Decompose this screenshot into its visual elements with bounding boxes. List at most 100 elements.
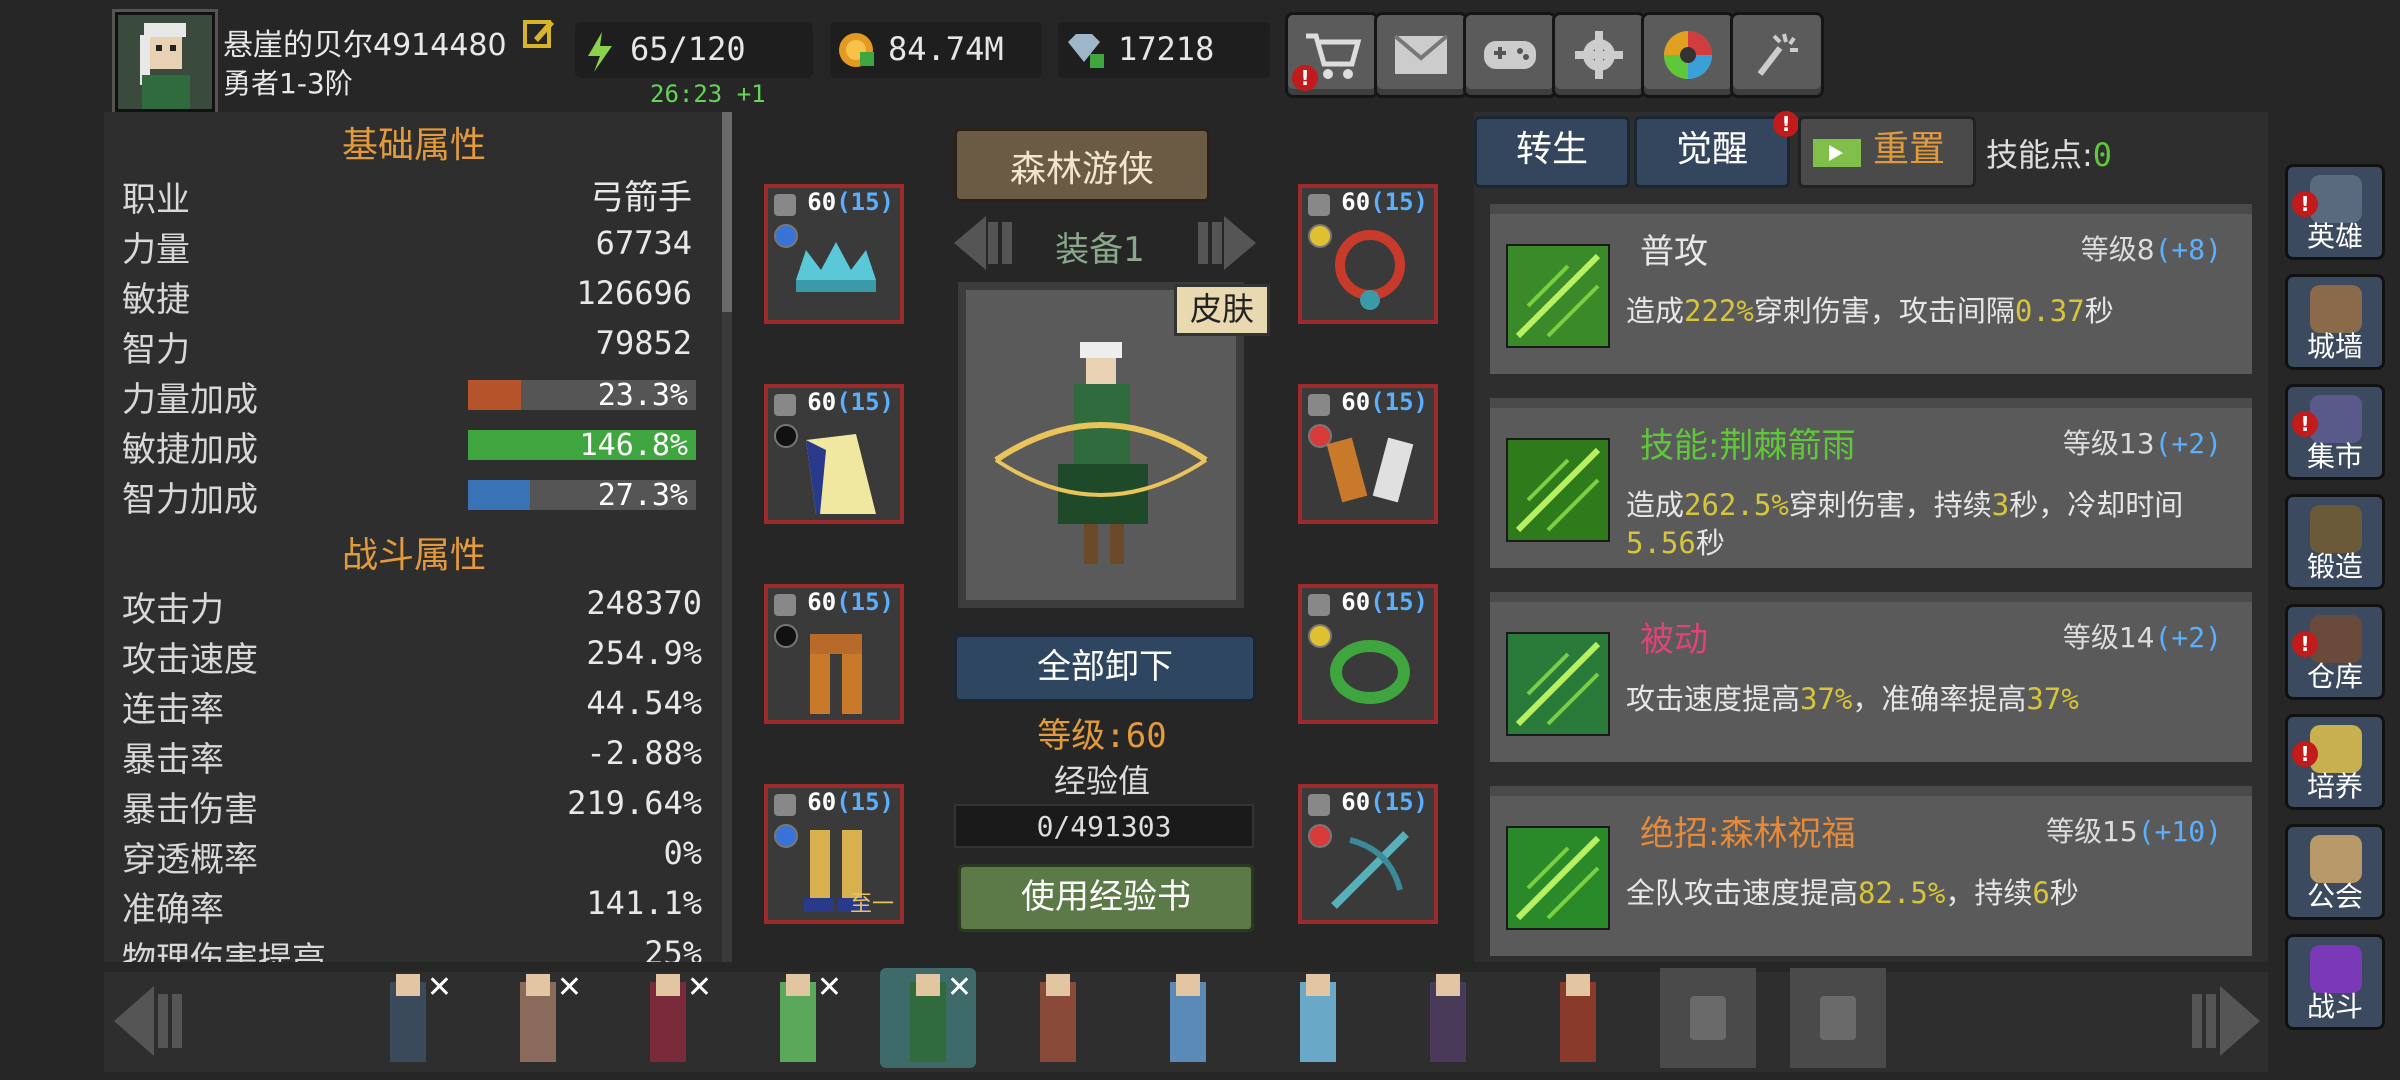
- nav-guild[interactable]: 公会: [2285, 824, 2385, 920]
- hero-head-icon: [396, 974, 420, 996]
- equip-slot-bracers[interactable]: 60(15): [1298, 384, 1438, 524]
- alert-badge: !: [2292, 631, 2318, 657]
- bracers-icon: [1326, 437, 1414, 503]
- slot-tag: 至一: [850, 892, 895, 917]
- skill-level-bonus: (+2): [2154, 621, 2222, 654]
- hero-portrait[interactable]: [1010, 968, 1106, 1068]
- remove-hero-icon[interactable]: ✕: [817, 970, 842, 1005]
- remove-hero-icon[interactable]: ✕: [947, 970, 972, 1005]
- skill-level-value: 等级15: [2046, 815, 2138, 848]
- mail-button[interactable]: [1374, 12, 1468, 98]
- equip-slot-boots[interactable]: 60(15) 至一: [764, 784, 904, 924]
- lock-icon: [1690, 996, 1726, 1040]
- nav-market[interactable]: 集市!: [2285, 384, 2385, 480]
- skill-desc-text: 全队攻击速度提高: [1626, 876, 1859, 910]
- hero-portrait[interactable]: ✕: [360, 968, 456, 1068]
- nav-label: 战斗: [2306, 990, 2363, 1023]
- intelligence-bonus-label: 智力加成: [122, 480, 258, 520]
- hero-portrait[interactable]: [1270, 968, 1366, 1068]
- fireworks-button[interactable]: [1730, 12, 1824, 98]
- hero-portrait[interactable]: ✕: [750, 968, 846, 1068]
- awaken-tab[interactable]: 觉醒 !: [1634, 111, 1799, 188]
- skill-description: 造成262.5%穿刺伤害，持续3秒，冷却时间 5.56秒: [1626, 486, 2236, 562]
- combat-stat-label: 暴击伤害: [122, 790, 258, 830]
- nav-label: 仓库: [2306, 660, 2363, 693]
- nav-castle-wall[interactable]: 城墙: [2285, 274, 2385, 370]
- combat-stats-list[interactable]: 攻击力 248370 攻击速度 254.9% 连击率 44.54% 暴击率 -2.88% 暴击伤…: [104, 580, 724, 962]
- skill-level-bonus: (+8): [2154, 233, 2222, 266]
- rebirth-tab[interactable]: 转生: [1474, 116, 1630, 188]
- nav-portal[interactable]: 战斗: [2285, 934, 2385, 1030]
- skill-highlight-value: 37%: [1800, 682, 1853, 716]
- skill-card[interactable]: 技能:荆棘箭雨 等级13(+2) 造成262.5%穿刺伤害，持续3秒，冷却时间 5.5…: [1490, 398, 2252, 568]
- skin-button[interactable]: 皮肤: [1174, 284, 1270, 336]
- hero-head-icon: [526, 974, 550, 996]
- hero-portrait[interactable]: ✕: [880, 968, 976, 1068]
- skill-card[interactable]: 普攻 等级8(+8) 造成222%穿刺伤害，攻击间隔0.37秒: [1490, 204, 2252, 374]
- nav-helmet[interactable]: 英雄!: [2285, 164, 2385, 260]
- unequip-all-label: 全部卸下: [1037, 647, 1173, 687]
- crossbow-icon: [1331, 831, 1409, 909]
- skill-desc-text: 造成: [1626, 294, 1685, 328]
- skill-description: 造成222%穿刺伤害，攻击间隔0.37秒: [1626, 292, 2236, 330]
- combat-stat-value: 0%: [663, 834, 702, 872]
- agility-value: 126696: [576, 274, 692, 312]
- hero-next-button[interactable]: [2184, 980, 2264, 1066]
- remove-hero-icon[interactable]: ✕: [557, 970, 582, 1005]
- agility-bonus-label: 敏捷加成: [122, 430, 258, 470]
- hero-portrait[interactable]: ✕: [620, 968, 716, 1068]
- nav-warehouse[interactable]: 仓库!: [2285, 604, 2385, 700]
- equip-slot-crown[interactable]: 60(15): [764, 184, 904, 324]
- hero-prev-button[interactable]: [110, 980, 190, 1066]
- skill-level-bonus: (+10): [2137, 815, 2222, 848]
- next-set-button[interactable]: [1190, 212, 1260, 278]
- equip-slot-necklace[interactable]: 60(15): [1298, 184, 1438, 324]
- equip-slot-cloak[interactable]: 60(15): [764, 384, 904, 524]
- skill-card[interactable]: 绝招:森林祝福 等级15(+10) 全队攻击速度提高82.5%，持续6秒: [1490, 786, 2252, 956]
- combat-stat-value: 44.54%: [586, 684, 702, 722]
- gamepad-button[interactable]: [1463, 12, 1557, 98]
- edit-name-icon[interactable]: [522, 16, 554, 48]
- equip-slot-ring[interactable]: 60(15): [1298, 584, 1438, 724]
- nav-trophy[interactable]: 培养!: [2285, 714, 2385, 810]
- skill-icon: [1506, 826, 1610, 930]
- skill-name: 普攻: [1640, 232, 1708, 272]
- use-exp-book-button[interactable]: 使用经验书: [958, 864, 1254, 932]
- nav-anvil[interactable]: 锻造: [2285, 494, 2385, 590]
- strength-value: 67734: [595, 224, 692, 262]
- hero-portrait[interactable]: [1530, 968, 1626, 1068]
- locked-hero-slot[interactable]: [1660, 968, 1756, 1068]
- equip-slot-pants[interactable]: 60(15): [764, 584, 904, 724]
- arrow-right-icon: [2192, 986, 2260, 1056]
- outfit-title: 森林游侠: [1009, 149, 1154, 190]
- locked-hero-slot[interactable]: [1790, 968, 1886, 1068]
- hero-portrait[interactable]: [1140, 968, 1236, 1068]
- settings-button[interactable]: [1552, 12, 1646, 98]
- combat-stat-label: 攻击速度: [122, 640, 258, 680]
- combat-stat-label: 穿透概率: [122, 840, 258, 880]
- agility-label: 敏捷: [122, 280, 190, 320]
- equip-slot-crossbow[interactable]: 60(15): [1298, 784, 1438, 924]
- hero-portrait[interactable]: ✕: [490, 968, 586, 1068]
- color-wheel-button[interactable]: [1641, 12, 1735, 98]
- intelligence-bonus-bar: 27.3%: [468, 478, 696, 513]
- prev-set-button[interactable]: [950, 212, 1020, 278]
- hero-head-icon: [1176, 974, 1200, 996]
- strength-bonus-label: 力量加成: [122, 380, 258, 420]
- skill-level: 等级13(+2): [2063, 422, 2222, 462]
- reset-button[interactable]: 重置: [1798, 116, 1976, 188]
- unequip-all-button[interactable]: 全部卸下: [954, 634, 1256, 702]
- shop-cart-button[interactable]: !: [1285, 12, 1379, 98]
- hero-head-icon: [916, 974, 940, 996]
- mail-icon: [1393, 34, 1449, 74]
- hero-portrait[interactable]: [1400, 968, 1496, 1068]
- skill-card[interactable]: 被动 等级14(+2) 攻击速度提高37%，准确率提高37%: [1490, 592, 2252, 762]
- remove-hero-icon[interactable]: ✕: [687, 970, 712, 1005]
- skill-highlight-value: 6: [2032, 876, 2050, 910]
- remove-hero-icon[interactable]: ✕: [427, 970, 452, 1005]
- player-avatar[interactable]: [115, 12, 215, 112]
- awaken-label: 觉醒: [1675, 129, 1748, 170]
- gamepad-icon: [1484, 41, 1536, 69]
- skill-icon: [1506, 244, 1610, 348]
- skill-description: 全队攻击速度提高82.5%，持续6秒: [1626, 874, 2236, 912]
